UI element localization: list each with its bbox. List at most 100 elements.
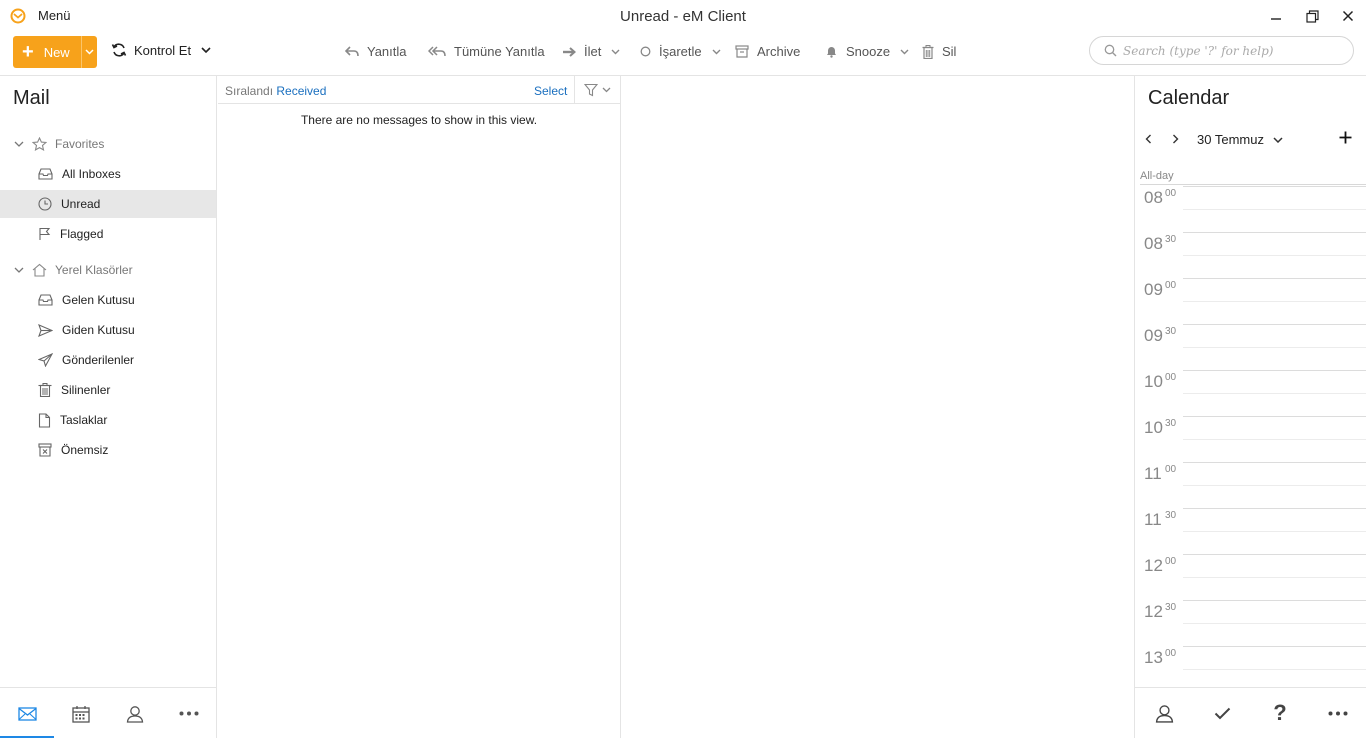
time-slot[interactable]: 12 00 (1135, 554, 1366, 600)
help-panel-button[interactable]: ? (1251, 688, 1309, 738)
local-folders-group[interactable]: Yerel Klasörler (0, 256, 216, 284)
chevron-down-icon (14, 141, 24, 147)
time-slot[interactable]: 08 30 (1135, 232, 1366, 278)
search-input[interactable] (1123, 43, 1343, 58)
slot-divider (1183, 462, 1366, 463)
clock-icon (38, 197, 52, 211)
next-day-button[interactable] (1172, 134, 1179, 144)
reply-all-button[interactable]: Tümüne Yanıtla (428, 44, 545, 59)
slot-divider (1183, 186, 1366, 187)
folder-onemsiz[interactable]: Önemsiz (0, 436, 216, 464)
folder-unread[interactable]: Unread (0, 190, 216, 218)
time-minute-label: 30 (1165, 326, 1177, 337)
time-slot[interactable]: 12 30 (1135, 600, 1366, 646)
time-hour-label: 12 (1144, 556, 1163, 575)
reply-label: Yanıtla (367, 44, 407, 59)
search-box[interactable] (1089, 36, 1354, 65)
previous-day-button[interactable] (1145, 134, 1152, 144)
folder-label: Gönderilenler (62, 353, 135, 367)
favorites-label: Favorites (55, 137, 105, 151)
nav-calendar[interactable] (54, 688, 108, 738)
calendar-icon (72, 705, 90, 723)
time-hour-label: 13 (1144, 648, 1163, 667)
time-slot[interactable]: 09 00 (1135, 278, 1366, 324)
nav-mail[interactable] (0, 688, 54, 738)
snooze-label: Snooze (846, 44, 891, 59)
time-slot[interactable]: 10 00 (1135, 370, 1366, 416)
new-dropdown-button[interactable] (81, 36, 97, 68)
time-slot[interactable]: 10 30 (1135, 416, 1366, 462)
nav-contacts[interactable] (108, 688, 162, 738)
select-link[interactable]: Select (534, 84, 567, 98)
slot-divider (1183, 370, 1366, 371)
folder-gonderilenler[interactable]: Gönderilenler (0, 346, 216, 374)
message-list-header: Sıralandı Received Select (218, 76, 620, 104)
chevron-down-icon (712, 49, 721, 54)
folder-taslaklar[interactable]: Taslaklar (0, 406, 216, 434)
folder-giden-kutusu[interactable]: Giden Kutusu (0, 316, 216, 344)
folder-all-inboxes[interactable]: All Inboxes (0, 160, 216, 188)
slot-divider (1183, 278, 1366, 279)
add-event-button[interactable] (1339, 131, 1352, 144)
folder-gelen-kutusu[interactable]: Gelen Kutusu (0, 286, 216, 314)
forward-arrow-icon (563, 46, 576, 57)
nav-more[interactable] (162, 688, 216, 738)
minimize-button[interactable] (1265, 6, 1287, 26)
time-slot[interactable]: 08 00 (1135, 186, 1366, 232)
time-slot[interactable]: 09 30 (1135, 324, 1366, 370)
folder-flagged[interactable]: Flagged (0, 220, 216, 248)
time-hour-label: 11 (1144, 510, 1162, 529)
archive-button[interactable]: Archive (735, 44, 800, 59)
time-minute-label: 00 (1165, 280, 1177, 291)
search-icon (1104, 44, 1117, 57)
date-selector[interactable]: 30 Temmuz (1197, 132, 1283, 147)
filter-icon (584, 83, 598, 97)
time-slot[interactable]: 11 30 (1135, 508, 1366, 554)
reply-button[interactable]: Yanıtla (345, 44, 407, 59)
plus-icon (1339, 131, 1352, 144)
contacts-panel-button[interactable] (1135, 688, 1193, 738)
snooze-button[interactable]: Snooze (825, 44, 909, 59)
archive-icon (735, 45, 749, 58)
slot-divider (1183, 600, 1366, 601)
mail-sidebar: Mail Favorites All Inboxes Unread Flagge… (0, 76, 217, 738)
restore-button[interactable] (1301, 6, 1323, 26)
minimize-icon (1271, 18, 1281, 20)
time-minute-label: 00 (1165, 464, 1177, 475)
time-minute-label: 30 (1165, 418, 1177, 429)
sort-selector[interactable]: Sıralandı Received (225, 84, 326, 98)
check-mail-label: Kontrol Et (134, 42, 192, 58)
more-panel-button[interactable] (1309, 688, 1366, 738)
favorites-group[interactable]: Favorites (0, 130, 216, 158)
local-folders-label: Yerel Klasörler (55, 263, 133, 277)
slot-divider (1183, 669, 1366, 670)
chevron-down-icon (611, 49, 620, 54)
app-logo-icon[interactable] (10, 8, 26, 24)
time-minute-label: 30 (1165, 234, 1177, 245)
slot-divider (1183, 347, 1366, 348)
check-mail-button[interactable]: Kontrol Et (111, 42, 211, 58)
slot-divider (1183, 232, 1366, 233)
filter-button[interactable] (574, 76, 620, 104)
slot-divider (1183, 623, 1366, 624)
delete-button[interactable]: Sil (922, 44, 956, 59)
folder-silinenler[interactable]: Silinenler (0, 376, 216, 404)
time-hour-label: 08 (1144, 188, 1163, 207)
new-button-main[interactable]: + New (13, 36, 81, 68)
tasks-panel-button[interactable] (1193, 688, 1251, 738)
home-icon (32, 263, 47, 277)
forward-button[interactable]: İlet (562, 44, 620, 59)
menu-button[interactable]: Menü (38, 8, 71, 23)
mark-button[interactable]: İşaretle (640, 44, 721, 59)
new-button[interactable]: + New (13, 36, 97, 68)
paper-plane-icon (38, 353, 53, 367)
sort-value[interactable]: Received (276, 84, 326, 98)
time-slot[interactable]: 13 00 (1135, 646, 1366, 692)
toolbar: + New Kontrol Et Yanıtla Tümüne Yanıtla … (0, 32, 1366, 76)
folder-label: Gelen Kutusu (62, 293, 135, 307)
chevron-left-icon (1145, 134, 1151, 144)
time-slot[interactable]: 11 00 (1135, 462, 1366, 508)
checkmark-icon (1214, 707, 1230, 719)
close-button[interactable] (1337, 6, 1359, 26)
all-day-label: All-day (1140, 170, 1174, 182)
